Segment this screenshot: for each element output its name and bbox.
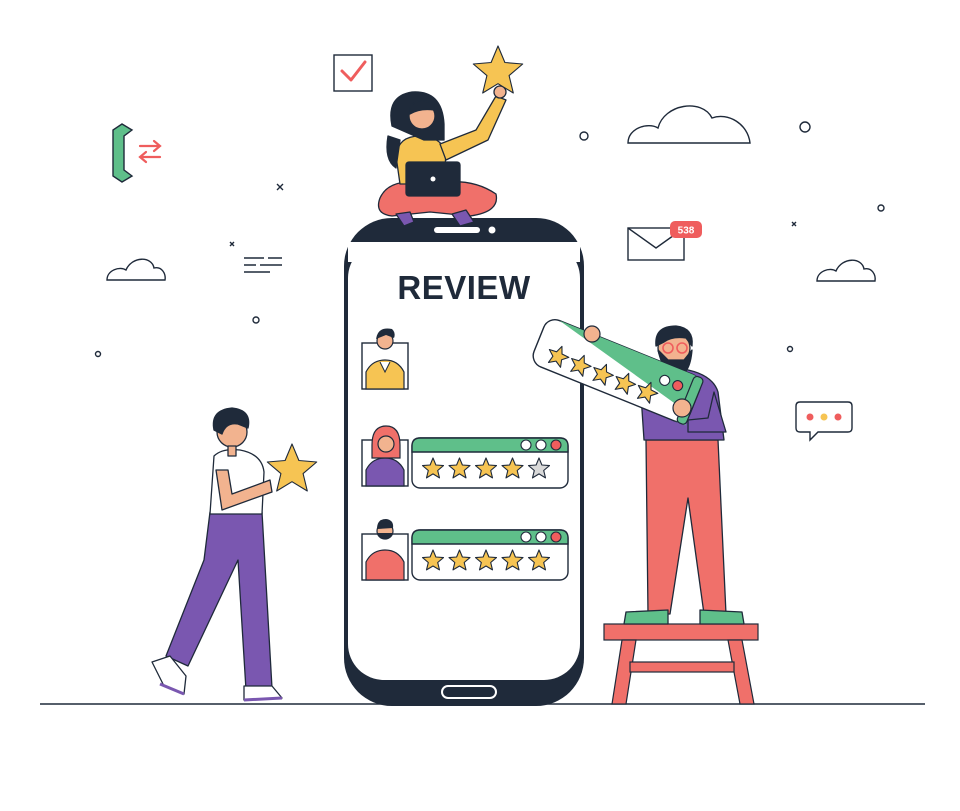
cloud-icon	[816, 259, 876, 282]
review-card	[411, 529, 569, 581]
cross-decoration	[276, 183, 284, 191]
cloud-icon	[627, 105, 751, 144]
dot-decoration	[799, 121, 811, 133]
cloud-icon	[106, 258, 166, 281]
mail-icon: 538	[627, 221, 702, 261]
mail-badge-count: 538	[678, 226, 695, 237]
star-icon	[266, 443, 318, 492]
woman-with-laptop	[377, 85, 507, 227]
dash-lines	[244, 257, 282, 273]
star-icon	[266, 443, 318, 492]
man-holding-star	[151, 407, 283, 702]
dot-decoration	[877, 204, 885, 212]
review-title: REVIEW	[397, 269, 531, 306]
cross-decoration	[791, 221, 797, 227]
checkbox-icon	[333, 54, 373, 92]
phone-speaker	[434, 227, 480, 233]
smartphone: REVIEW	[344, 218, 584, 706]
review-card	[411, 437, 569, 489]
chat-bubble-icon	[795, 401, 853, 442]
dot-decoration	[252, 316, 260, 324]
phone-call-icon	[112, 123, 162, 183]
dot-decoration	[786, 345, 794, 353]
review-illustration: 538 REVIEW	[40, 45, 925, 706]
cross-decoration	[229, 241, 235, 247]
dot-decoration	[94, 350, 102, 358]
stool	[603, 623, 759, 705]
dot-decoration	[579, 131, 589, 141]
phone-camera	[488, 226, 496, 234]
